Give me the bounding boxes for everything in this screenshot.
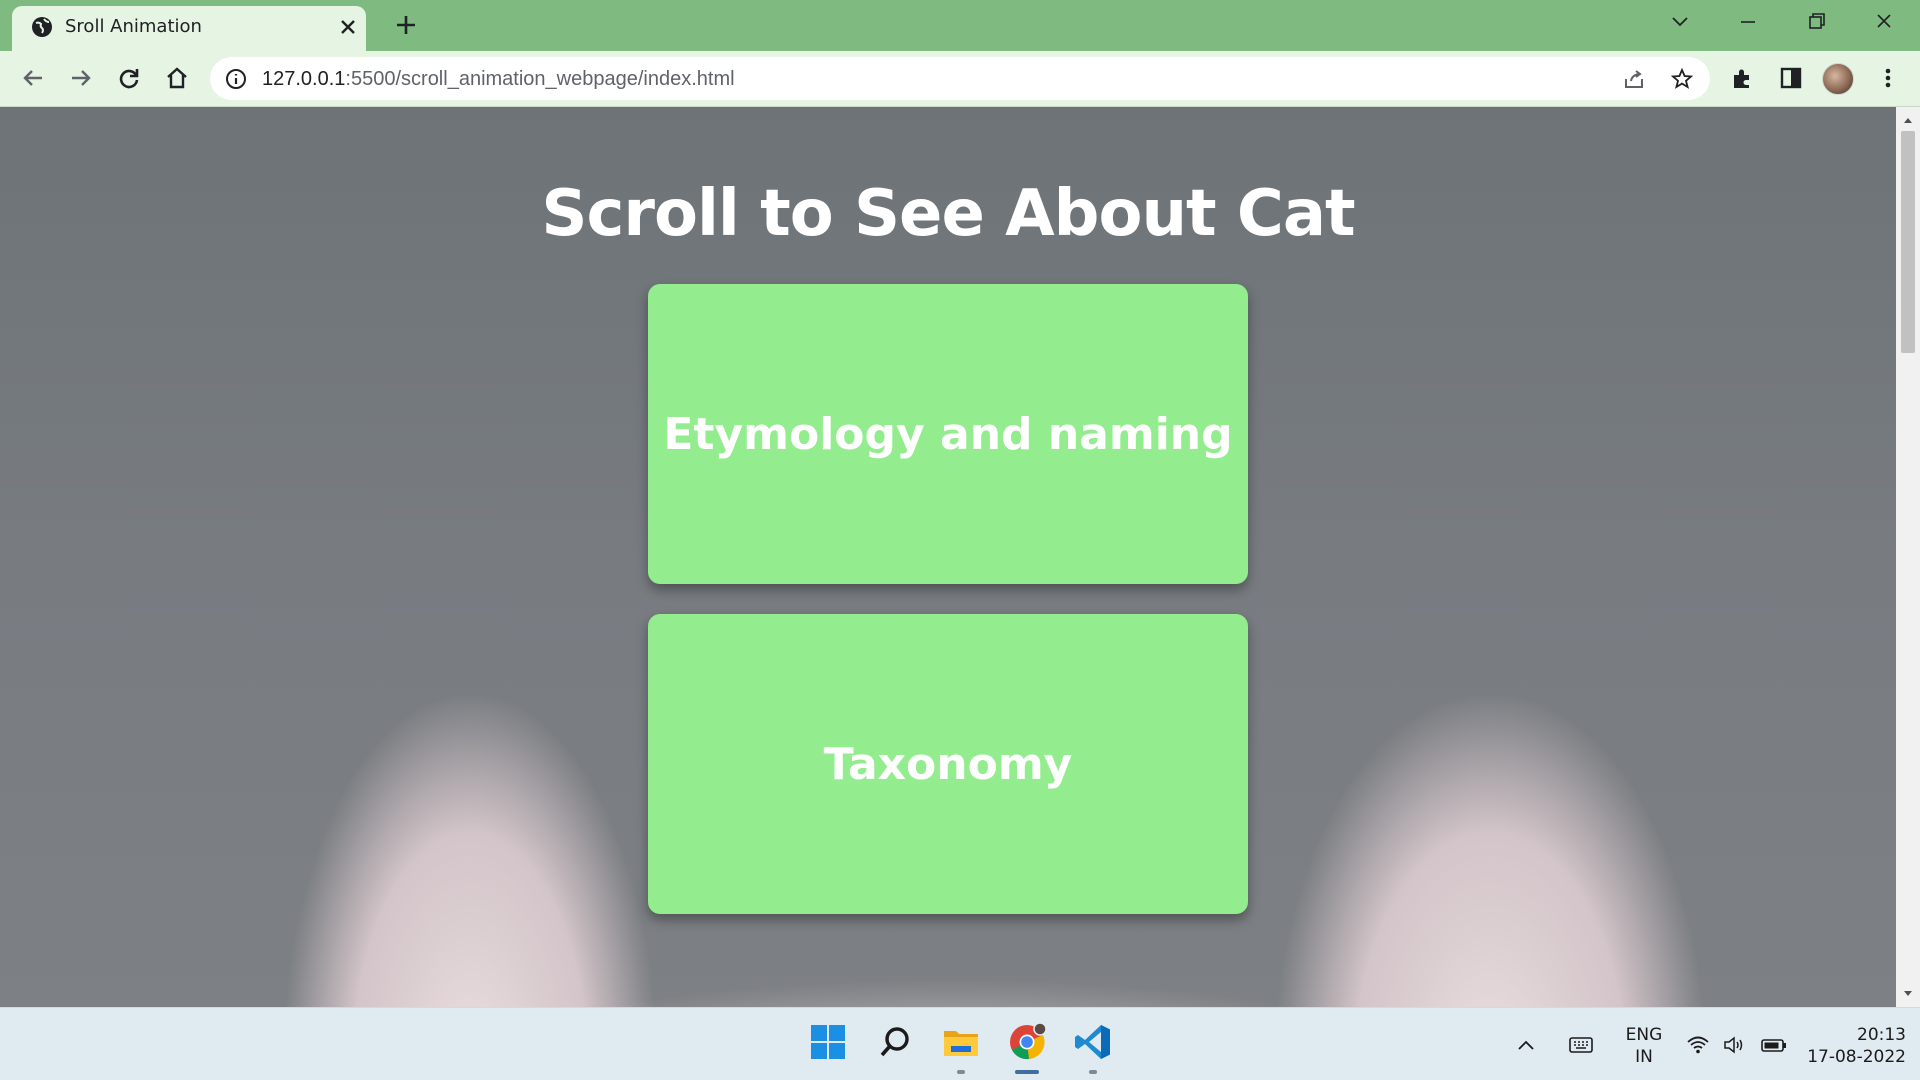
close-window-icon[interactable] bbox=[1868, 8, 1900, 36]
bookmark-star-icon[interactable] bbox=[1670, 67, 1694, 91]
extensions-puzzle-icon[interactable] bbox=[1730, 65, 1756, 91]
windows-taskbar: ENG IN 20:13 17-08-2022 bbox=[0, 1007, 1920, 1080]
page-title: Scroll to See About Cat bbox=[541, 177, 1355, 251]
chrome-active-indicator bbox=[1015, 1070, 1039, 1074]
vscode-running-indicator bbox=[1089, 1070, 1097, 1074]
tab-search-chevron-icon[interactable] bbox=[1664, 8, 1696, 36]
reload-icon[interactable] bbox=[114, 63, 144, 93]
card-taxonomy: Taxonomy bbox=[648, 614, 1248, 914]
chrome-icon[interactable] bbox=[1007, 1022, 1047, 1062]
file-explorer-running-indicator bbox=[957, 1070, 965, 1074]
scroll-down-arrow-icon[interactable] bbox=[1903, 989, 1913, 999]
file-explorer-icon[interactable] bbox=[941, 1022, 981, 1062]
close-tab-icon[interactable] bbox=[337, 16, 359, 38]
page-viewport: Scroll to See About Cat Etymology and na… bbox=[0, 107, 1896, 1007]
profile-avatar[interactable] bbox=[1822, 63, 1854, 95]
clock-time: 20:13 bbox=[1857, 1025, 1906, 1045]
browser-toolbar: 127.0.0.1:5500/scroll_animation_webpage/… bbox=[0, 51, 1920, 107]
new-tab-icon[interactable] bbox=[393, 12, 419, 38]
language-region: IN bbox=[1635, 1047, 1653, 1067]
card-label: Taxonomy bbox=[823, 738, 1073, 790]
vscode-icon[interactable] bbox=[1073, 1022, 1113, 1062]
globe-icon bbox=[32, 17, 52, 37]
url-text: 127.0.0.1:5500/scroll_animation_webpage/… bbox=[262, 68, 735, 91]
minimize-icon[interactable] bbox=[1732, 8, 1764, 36]
wifi-icon[interactable] bbox=[1686, 1034, 1710, 1056]
search-icon[interactable] bbox=[875, 1022, 915, 1062]
browser-tab[interactable]: Sroll Animation bbox=[12, 6, 366, 51]
touch-keyboard-icon[interactable] bbox=[1568, 1034, 1594, 1056]
card-etymology: Etymology and naming bbox=[648, 284, 1248, 584]
clock-date: 17-08-2022 bbox=[1807, 1047, 1906, 1067]
volume-icon[interactable] bbox=[1722, 1034, 1746, 1056]
clock[interactable]: 20:13 17-08-2022 bbox=[1800, 1024, 1906, 1068]
language-indicator[interactable]: ENG IN bbox=[1618, 1024, 1670, 1068]
url-path: :5500/scroll_animation_webpage/index.htm… bbox=[345, 68, 735, 90]
restore-icon[interactable] bbox=[1800, 8, 1832, 36]
forward-arrow-icon[interactable] bbox=[66, 63, 96, 93]
scrollbar-thumb[interactable] bbox=[1901, 131, 1915, 353]
address-bar[interactable]: 127.0.0.1:5500/scroll_animation_webpage/… bbox=[210, 57, 1710, 100]
language-code: ENG bbox=[1625, 1025, 1663, 1045]
url-host: 127.0.0.1 bbox=[262, 68, 346, 90]
page-scrollbar[interactable] bbox=[1896, 107, 1920, 1007]
battery-icon[interactable] bbox=[1760, 1034, 1788, 1056]
scroll-up-arrow-icon[interactable] bbox=[1903, 115, 1913, 125]
show-hidden-icons-chevron-icon[interactable] bbox=[1514, 1034, 1538, 1056]
more-menu-icon[interactable] bbox=[1875, 65, 1901, 91]
share-icon[interactable] bbox=[1622, 67, 1646, 91]
start-icon[interactable] bbox=[808, 1022, 848, 1062]
home-icon[interactable] bbox=[162, 63, 192, 93]
site-info-icon[interactable] bbox=[224, 67, 248, 91]
side-panel-icon[interactable] bbox=[1778, 65, 1804, 91]
tab-title: Sroll Animation bbox=[65, 16, 202, 37]
browser-tab-strip: Sroll Animation bbox=[0, 0, 1920, 51]
card-label: Etymology and naming bbox=[663, 408, 1233, 460]
back-arrow-icon[interactable] bbox=[18, 63, 48, 93]
